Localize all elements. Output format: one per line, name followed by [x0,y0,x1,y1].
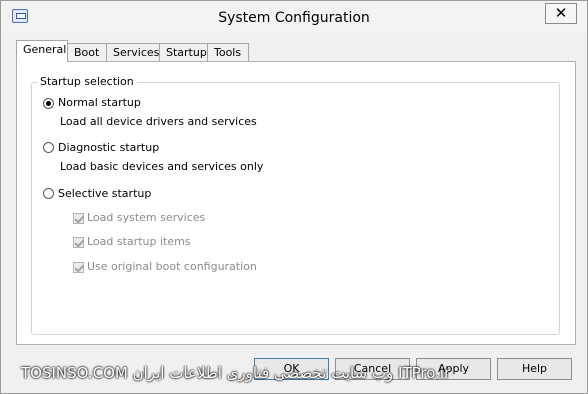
selective-startup-radio[interactable] [43,188,54,199]
tab-startup[interactable]: Startup [159,43,211,62]
tab-boot[interactable]: Boot [67,43,107,62]
load-startup-items-label: Load startup items [87,235,191,248]
load-system-services-checkbox[interactable] [73,213,84,224]
watermark-text: TOSINSO.COM وب سایت تخصصی فناوری اطلاعات… [21,364,451,382]
use-original-boot-config-checkbox[interactable] [73,262,84,273]
normal-startup-description: Load all device drivers and services [60,115,257,128]
tab-services[interactable]: Services [106,43,164,62]
normal-startup-label[interactable]: Normal startup [58,96,141,109]
diagnostic-startup-label[interactable]: Diagnostic startup [58,141,159,154]
close-button[interactable]: ✕ [545,3,577,24]
startup-selection-label: Startup selection [37,75,137,88]
diagnostic-startup-radio[interactable] [43,142,54,153]
tab-tools[interactable]: Tools [207,43,249,62]
load-system-services-label: Load system services [87,211,206,224]
general-tab-panel: Startup selection Normal startup Load al… [16,61,576,345]
help-button[interactable]: Help [497,358,572,380]
use-original-boot-config-label: Use original boot configuration [87,260,257,273]
window-title: System Configuration [218,10,370,26]
system-configuration-window: System Configuration ✕ General Boot Serv… [0,0,588,394]
normal-startup-radio[interactable] [43,98,54,109]
load-startup-items-checkbox[interactable] [73,237,84,248]
title-bar[interactable]: System Configuration ✕ [1,1,587,33]
selective-startup-label[interactable]: Selective startup [58,187,151,200]
diagnostic-startup-description: Load basic devices and services only [60,160,264,173]
tab-general[interactable]: General [16,40,68,62]
